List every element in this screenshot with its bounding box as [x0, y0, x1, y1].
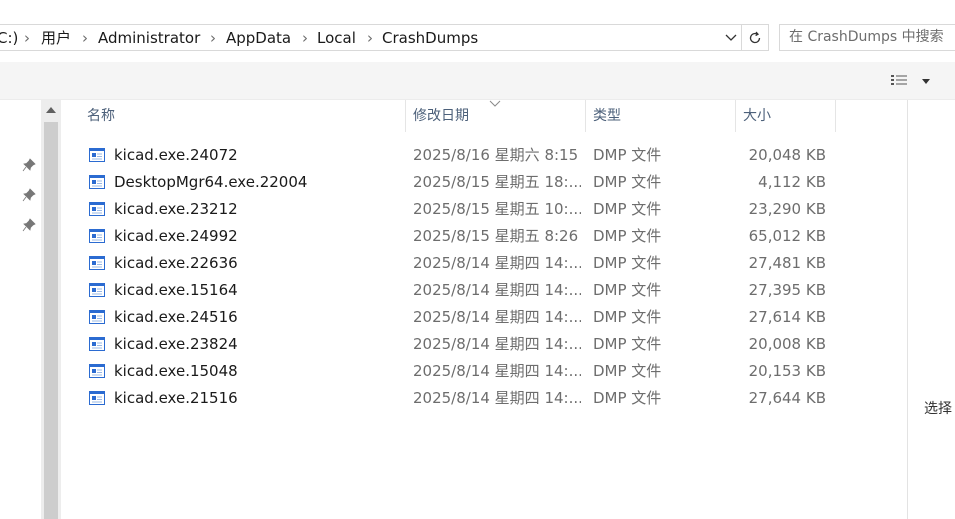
dmp-file-icon — [89, 390, 105, 405]
file-size: 27,481 KB — [748, 254, 826, 272]
file-type: DMP 文件 — [593, 146, 662, 164]
breadcrumb-separator[interactable]: › — [302, 29, 308, 47]
search-input[interactable]: 在 CrashDumps 中搜索 — [779, 24, 955, 51]
file-row[interactable]: kicad.exe.23824 2025/8/14 星期四 14:... DMP 文… — [85, 330, 845, 357]
file-size: 27,395 KB — [748, 281, 826, 299]
breadcrumb-administrator[interactable]: Administrator — [98, 29, 200, 47]
chevron-down-icon — [922, 78, 930, 84]
file-name[interactable]: kicad.exe.21516 — [114, 389, 238, 407]
column-header-date[interactable]: 修改日期 — [406, 100, 586, 132]
file-row[interactable]: kicad.exe.15164 2025/8/14 星期四 14:... DMP 文… — [85, 276, 845, 303]
file-name[interactable]: kicad.exe.23212 — [114, 200, 238, 218]
file-date: 2025/8/14 星期四 14:... — [413, 335, 581, 353]
refresh-icon — [749, 31, 761, 43]
column-header-type[interactable]: 类型 — [586, 100, 736, 132]
dmp-file-icon — [89, 201, 105, 216]
file-name[interactable]: DesktopMgr64.exe.22004 — [114, 173, 307, 191]
file-type: DMP 文件 — [593, 173, 662, 191]
file-type: DMP 文件 — [593, 200, 662, 218]
file-type: DMP 文件 — [593, 389, 662, 407]
refresh-button[interactable] — [742, 24, 769, 51]
file-date: 2025/8/14 星期四 14:... — [413, 389, 581, 407]
file-row[interactable]: DesktopMgr64.exe.22004 2025/8/15 星期五 18:.… — [85, 168, 845, 195]
file-type: DMP 文件 — [593, 281, 662, 299]
preview-pane: 选择 — [907, 100, 955, 519]
file-type: DMP 文件 — [593, 308, 662, 326]
details-view-icon — [891, 75, 907, 85]
address-history-dropdown[interactable] — [720, 27, 742, 49]
file-size: 27,644 KB — [748, 389, 826, 407]
file-name[interactable]: kicad.exe.15048 — [114, 362, 238, 380]
pin-icon[interactable] — [22, 218, 36, 232]
scroll-thumb[interactable] — [44, 122, 58, 519]
column-header-size[interactable]: 大小 — [736, 100, 836, 132]
file-name[interactable]: kicad.exe.22636 — [114, 254, 238, 272]
file-type: DMP 文件 — [593, 335, 662, 353]
breadcrumb-separator[interactable]: › — [367, 29, 373, 47]
breadcrumb-drive[interactable]: C:) — [0, 29, 18, 47]
file-date: 2025/8/15 星期五 10:... — [413, 200, 581, 218]
file-size: 20,153 KB — [748, 362, 826, 380]
file-row[interactable]: kicad.exe.22636 2025/8/14 星期四 14:... DMP 文… — [85, 249, 845, 276]
file-size: 20,008 KB — [748, 335, 826, 353]
file-size: 65,012 KB — [748, 227, 826, 245]
file-size: 20,048 KB — [748, 146, 826, 164]
dmp-file-icon — [89, 282, 105, 297]
file-size: 4,112 KB — [758, 173, 826, 191]
file-row[interactable]: kicad.exe.23212 2025/8/15 星期五 10:... DMP 文… — [85, 195, 845, 222]
file-type: DMP 文件 — [593, 227, 662, 245]
chevron-up-icon — [46, 107, 56, 113]
file-date: 2025/8/14 星期四 14:... — [413, 308, 581, 326]
preview-placeholder-text: 选择 — [924, 401, 952, 417]
file-date: 2025/8/14 星期四 14:... — [413, 362, 581, 380]
breadcrumb-separator[interactable]: › — [82, 29, 88, 47]
navigation-pane — [0, 100, 41, 519]
scroll-up-button[interactable] — [41, 100, 61, 120]
dmp-file-icon — [89, 174, 105, 189]
dmp-file-icon — [89, 228, 105, 243]
view-options-button[interactable] — [890, 71, 940, 91]
pin-icon[interactable] — [22, 158, 36, 172]
file-date: 2025/8/15 星期五 18:... — [413, 173, 581, 191]
address-row: C:) › 用户 › Administrator › AppData › Loc… — [0, 0, 955, 62]
file-name[interactable]: kicad.exe.24992 — [114, 227, 238, 245]
breadcrumb-appdata[interactable]: AppData — [226, 29, 291, 47]
file-date: 2025/8/15 星期五 8:26 — [413, 227, 579, 245]
dmp-file-icon — [89, 309, 105, 324]
chevron-down-icon — [725, 34, 737, 41]
file-row[interactable]: kicad.exe.15048 2025/8/14 星期四 14:... DMP 文… — [85, 357, 845, 384]
dmp-file-icon — [89, 255, 105, 270]
file-row[interactable]: kicad.exe.24072 2025/8/16 星期六 8:15 DMP 文件 2… — [85, 141, 845, 168]
file-size: 23,290 KB — [748, 200, 826, 218]
file-name[interactable]: kicad.exe.24072 — [114, 146, 238, 164]
file-name[interactable]: kicad.exe.15164 — [114, 281, 238, 299]
file-list: 名称 修改日期 类型 大小 kicad.exe.24072 2025/8/16 星… — [61, 100, 907, 519]
file-name[interactable]: kicad.exe.24516 — [114, 308, 238, 326]
breadcrumb-crashdumps[interactable]: CrashDumps — [382, 29, 478, 47]
dmp-file-icon — [89, 363, 105, 378]
toolbar — [0, 62, 955, 100]
file-row[interactable]: kicad.exe.24992 2025/8/15 星期五 8:26 DMP 文件 6… — [85, 222, 845, 249]
nav-scrollbar[interactable] — [41, 100, 61, 519]
breadcrumb-separator[interactable]: › — [24, 29, 30, 47]
breadcrumb-users[interactable]: 用户 — [41, 29, 71, 47]
file-row[interactable]: kicad.exe.24516 2025/8/14 星期四 14:... DMP 文… — [85, 303, 845, 330]
file-date: 2025/8/16 星期六 8:15 — [413, 146, 579, 164]
file-row[interactable]: kicad.exe.21516 2025/8/14 星期四 14:... DMP 文… — [85, 384, 845, 411]
file-name[interactable]: kicad.exe.23824 — [114, 335, 238, 353]
address-bar[interactable]: C:) › 用户 › Administrator › AppData › Loc… — [0, 24, 742, 51]
file-date: 2025/8/14 星期四 14:... — [413, 254, 581, 272]
dmp-file-icon — [89, 147, 105, 162]
pin-icon[interactable] — [22, 188, 36, 202]
file-date: 2025/8/14 星期四 14:... — [413, 281, 581, 299]
column-header-name[interactable]: 名称 — [80, 100, 406, 132]
column-divider[interactable] — [835, 100, 836, 132]
breadcrumb-separator[interactable]: › — [210, 29, 216, 47]
file-size: 27,614 KB — [748, 308, 826, 326]
file-type: DMP 文件 — [593, 362, 662, 380]
dmp-file-icon — [89, 336, 105, 351]
breadcrumb-local[interactable]: Local — [317, 29, 356, 47]
file-type: DMP 文件 — [593, 254, 662, 272]
